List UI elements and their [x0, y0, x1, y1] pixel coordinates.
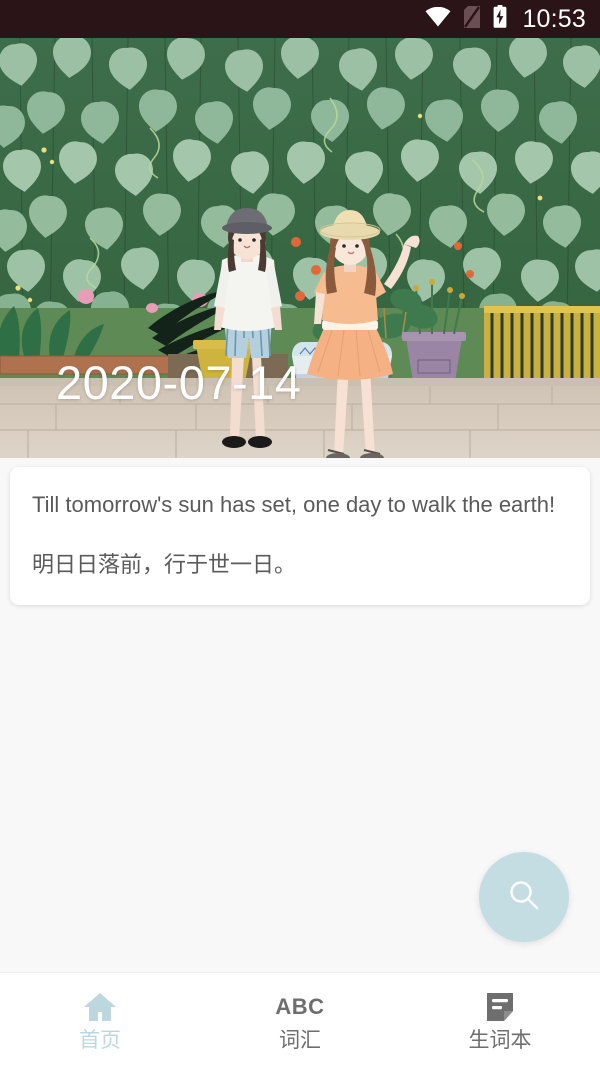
- status-time: 10:53: [522, 4, 586, 33]
- home-icon: [83, 990, 117, 1024]
- daily-quote-card[interactable]: Till tomorrow's sun has set, one day to …: [10, 467, 590, 606]
- battery-charging-icon: [493, 5, 507, 33]
- no-sim-icon: [464, 5, 481, 33]
- abc-icon-text: ABC: [275, 993, 325, 1019]
- nav-label-wordbook: 生词本: [468, 1028, 532, 1052]
- search-fab-button[interactable]: [479, 852, 569, 942]
- wifi-icon: [425, 6, 451, 32]
- nav-label-vocabulary: 词汇: [279, 1028, 321, 1052]
- nav-item-home[interactable]: 首页: [0, 973, 200, 1067]
- bottom-navigation-bar: 首页 ABC 词汇 生词本: [0, 972, 600, 1067]
- quote-chinese-text: 明日日落前，行于世一日。: [32, 552, 297, 578]
- note-icon: [484, 990, 516, 1024]
- search-icon: [502, 874, 546, 921]
- status-icon-group: [425, 5, 507, 33]
- nav-label-home: 首页: [79, 1028, 121, 1052]
- quote-english-text: Till tomorrow's sun has set, one day to …: [32, 492, 556, 517]
- app-screen: 10:53 2020-07-14 Till tomorrow's sun has…: [0, 0, 600, 1067]
- abc-icon: ABC: [275, 990, 324, 1024]
- hero-date-label: 2020-07-14: [56, 356, 302, 409]
- nav-item-wordbook[interactable]: 生词本: [400, 973, 600, 1067]
- status-bar: 10:53: [0, 0, 600, 38]
- hero-illustration[interactable]: 2020-07-14: [0, 38, 600, 458]
- nav-item-vocabulary[interactable]: ABC 词汇: [200, 973, 400, 1067]
